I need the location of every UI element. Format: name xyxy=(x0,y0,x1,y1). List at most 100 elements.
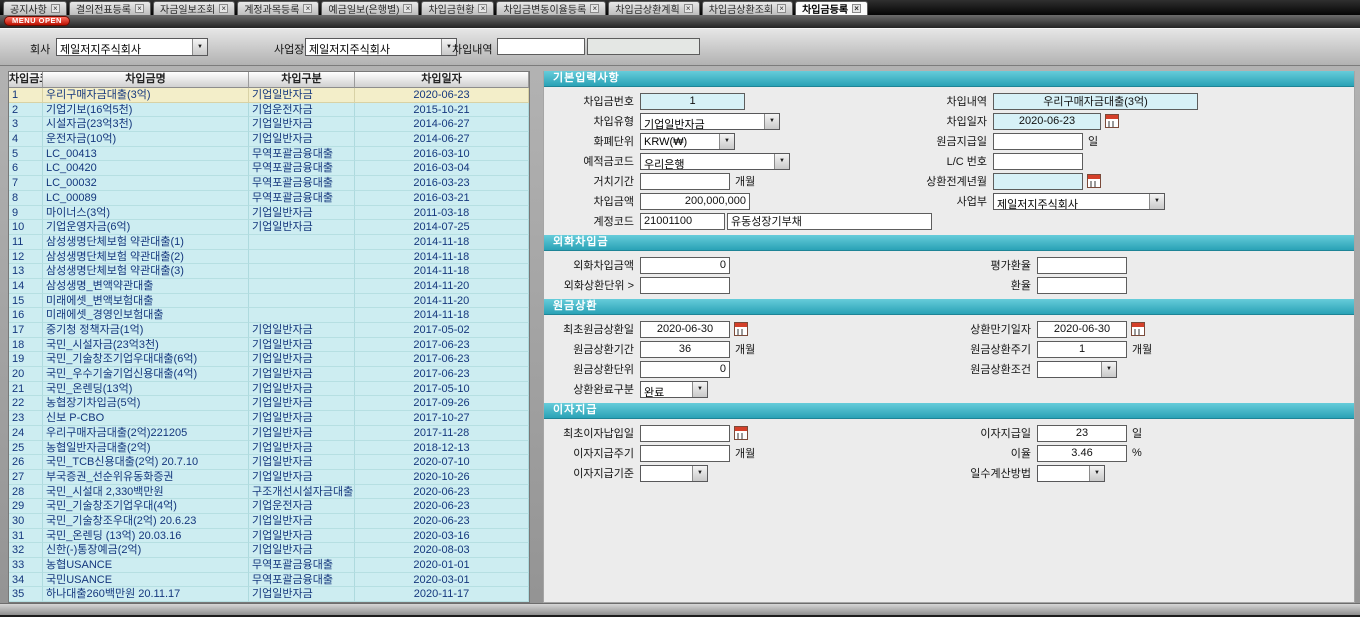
loan-number-input[interactable] xyxy=(640,93,745,110)
table-row[interactable]: 4운전자금(10억)기업일반자금2014-06-27 xyxy=(9,132,529,147)
principal-repayment-unit-input[interactable] xyxy=(640,361,730,378)
chevron-down-icon[interactable]: ▼ xyxy=(1149,194,1164,209)
table-row[interactable]: 5LC_00413무역포괄금융대출2016-03-10 xyxy=(9,147,529,162)
principal-repayment-cycle-input[interactable] xyxy=(1037,341,1127,358)
interest-payment-day-input[interactable] xyxy=(1037,425,1127,442)
loan-description-input[interactable] xyxy=(993,93,1198,110)
loan-type-select[interactable]: 기업일반자금▼ xyxy=(640,113,780,130)
table-row[interactable]: 19국민_기술창조기업우대대출(6억)기업일반자금2017-06-23 xyxy=(9,352,529,367)
table-row[interactable]: 6LC_00420무역포괄금융대출2016-03-04 xyxy=(9,161,529,176)
repayment-carryover-month-input[interactable] xyxy=(993,173,1083,190)
table-row[interactable]: 32신한(-)통장예금(2억)기업일반자금2020-08-03 xyxy=(9,543,529,558)
chevron-down-icon[interactable]: ▼ xyxy=(764,114,779,129)
chevron-down-icon[interactable]: ▼ xyxy=(1101,362,1116,377)
loan-date-input[interactable] xyxy=(993,113,1101,130)
chevron-down-icon[interactable]: ▼ xyxy=(692,382,707,397)
table-row[interactable]: 16미래에셋_경영인보험대출2014-11-18 xyxy=(9,308,529,323)
tab-차입금등록[interactable]: 차입금등록× xyxy=(795,1,868,15)
table-row[interactable]: 2기업기보(16억5천)기업운전자금2015-10-21 xyxy=(9,103,529,118)
table-row[interactable]: 12삼성생명단체보험 약관대출(2)2014-11-18 xyxy=(9,250,529,265)
tab-자금일보조회[interactable]: 자금일보조회× xyxy=(153,1,235,15)
table-row[interactable]: 3시설자금(23억3천)기업일반자금2014-06-27 xyxy=(9,117,529,132)
day-count-method-select[interactable]: ▼ xyxy=(1037,465,1105,482)
tab-close-icon[interactable]: × xyxy=(590,4,599,13)
repayment-complete-type-select[interactable]: 완료▼ xyxy=(640,381,708,398)
loan-amount-input[interactable] xyxy=(640,193,750,210)
table-row[interactable]: 7LC_00032무역포괄금융대출2016-03-23 xyxy=(9,176,529,191)
table-row[interactable]: 25농협일반자금대출(2억)기업일반자금2018-12-13 xyxy=(9,441,529,456)
loan-search-input[interactable] xyxy=(497,38,585,55)
calendar-icon[interactable] xyxy=(1087,174,1101,188)
calendar-icon[interactable] xyxy=(734,426,748,440)
table-row[interactable]: 18국민_시설자금(23억3천)기업일반자금2017-06-23 xyxy=(9,338,529,353)
principal-payment-day-input[interactable] xyxy=(993,133,1083,150)
table-row[interactable]: 33농협USANCE무역포괄금융대출2020-01-01 xyxy=(9,558,529,573)
table-row[interactable]: 34국민USANCE무역포괄금융대출2020-03-01 xyxy=(9,573,529,588)
tab-close-icon[interactable]: × xyxy=(852,4,861,13)
tab-차입금상환조회[interactable]: 차입금상환조회× xyxy=(702,1,793,15)
business-unit-select[interactable]: 제일저지주식회사▼ xyxy=(993,193,1165,210)
grace-period-input[interactable] xyxy=(640,173,730,190)
fx-repayment-unit-input[interactable] xyxy=(640,277,730,294)
interest-rate-input[interactable] xyxy=(1037,445,1127,462)
account-code-input[interactable] xyxy=(640,213,725,230)
exchange-rate-input[interactable] xyxy=(1037,277,1127,294)
interest-payment-cycle-input[interactable] xyxy=(640,445,730,462)
calendar-icon[interactable] xyxy=(1105,114,1119,128)
table-row[interactable]: 14삼성생명_변액약관대출2014-11-20 xyxy=(9,279,529,294)
tab-차입금변동이율등록[interactable]: 차입금변동이율등록× xyxy=(496,1,606,15)
tab-공지사항[interactable]: 공지사항× xyxy=(3,1,67,15)
tab-close-icon[interactable]: × xyxy=(51,4,60,13)
interest-payment-basis-select[interactable]: ▼ xyxy=(640,465,708,482)
tab-차입금상환계획[interactable]: 차입금상환계획× xyxy=(608,1,699,15)
repayment-maturity-date-input[interactable] xyxy=(1037,321,1127,338)
currency-unit-select[interactable]: KRW(₩)▼ xyxy=(640,133,735,150)
table-row[interactable]: 27부국증권_선순위유동화증권기업일반자금2020-10-26 xyxy=(9,470,529,485)
tab-결의전표등록[interactable]: 결의전표등록× xyxy=(69,1,151,15)
table-row[interactable]: 31국민_온렌딩 (13억) 20.03.16기업일반자금2020-03-16 xyxy=(9,529,529,544)
calendar-icon[interactable] xyxy=(734,322,748,336)
table-row[interactable]: 13삼성생명단체보험 약관대출(3)2014-11-18 xyxy=(9,264,529,279)
calendar-icon[interactable] xyxy=(1131,322,1145,336)
table-row[interactable]: 26국민_TCB신용대출(2억) 20.7.10기업일반자금2020-07-10 xyxy=(9,455,529,470)
lc-number-input[interactable] xyxy=(993,153,1083,170)
tab-close-icon[interactable]: × xyxy=(403,4,412,13)
table-row[interactable]: 22농협장기차입금(5억)기업일반자금2017-09-26 xyxy=(9,396,529,411)
tab-close-icon[interactable]: × xyxy=(684,4,693,13)
account-code-name-input[interactable] xyxy=(727,213,932,230)
table-row[interactable]: 9마이너스(3억)기업일반자금2011-03-18 xyxy=(9,206,529,221)
tab-close-icon[interactable]: × xyxy=(135,4,144,13)
table-row[interactable]: 20국민_우수기술기업신용대출(4억)기업일반자금2017-06-23 xyxy=(9,367,529,382)
table-row[interactable]: 1우리구매자금대출(3억)기업일반자금2020-06-23 xyxy=(9,88,529,103)
table-row[interactable]: 8LC_00089무역포괄금융대출2016-03-21 xyxy=(9,191,529,206)
menu-open-button[interactable]: MENU OPEN xyxy=(4,16,70,26)
principal-repayment-condition-select[interactable]: ▼ xyxy=(1037,361,1117,378)
tab-close-icon[interactable]: × xyxy=(478,4,487,13)
table-row[interactable]: 30국민_기술창조우대(2억) 20.6.23기업일반자금2020-06-23 xyxy=(9,514,529,529)
first-interest-payment-date-input[interactable] xyxy=(640,425,730,442)
tab-close-icon[interactable]: × xyxy=(303,4,312,13)
table-row[interactable]: 35하나대출260백만원 20.11.17기업일반자금2020-11-17 xyxy=(9,587,529,602)
first-principal-repayment-date-input[interactable] xyxy=(640,321,730,338)
chevron-down-icon[interactable]: ▼ xyxy=(692,466,707,481)
tab-close-icon[interactable]: × xyxy=(777,4,786,13)
deposit-code-select[interactable]: 우리은행▼ xyxy=(640,153,790,170)
table-row[interactable]: 11삼성생명단체보험 약관대출(1)2014-11-18 xyxy=(9,235,529,250)
table-row[interactable]: 29국민_기술창조기업우대(4억)기업운전자금2020-06-23 xyxy=(9,499,529,514)
table-row[interactable]: 23신보 P-CBO기업일반자금2017-10-27 xyxy=(9,411,529,426)
tab-차입금현황[interactable]: 차입금현황× xyxy=(421,1,494,15)
table-row[interactable]: 15미래에셋_변액보험대출2014-11-20 xyxy=(9,294,529,309)
chevron-down-icon[interactable]: ▼ xyxy=(719,134,734,149)
tab-예금일보(은행별)[interactable]: 예금일보(은행별)× xyxy=(321,1,419,15)
table-row[interactable]: 21국민_온렌딩(13억)기업일반자금2017-05-10 xyxy=(9,382,529,397)
principal-repayment-period-input[interactable] xyxy=(640,341,730,358)
valuation-exchange-rate-input[interactable] xyxy=(1037,257,1127,274)
tab-계정과목등록[interactable]: 계정과목등록× xyxy=(237,1,319,15)
tab-close-icon[interactable]: × xyxy=(219,4,228,13)
table-row[interactable]: 17중기청 정책자금(1억)기업일반자금2017-05-02 xyxy=(9,323,529,338)
table-row[interactable]: 24우리구매자금대출(2억)221205기업일반자금2017-11-28 xyxy=(9,426,529,441)
chevron-down-icon[interactable]: ▼ xyxy=(1089,466,1104,481)
chevron-down-icon[interactable]: ▼ xyxy=(774,154,789,169)
table-row[interactable]: 10기업운영자금(6억)기업일반자금2014-07-25 xyxy=(9,220,529,235)
company-select[interactable]: 제일저지주식회사 ▼ xyxy=(56,38,208,56)
